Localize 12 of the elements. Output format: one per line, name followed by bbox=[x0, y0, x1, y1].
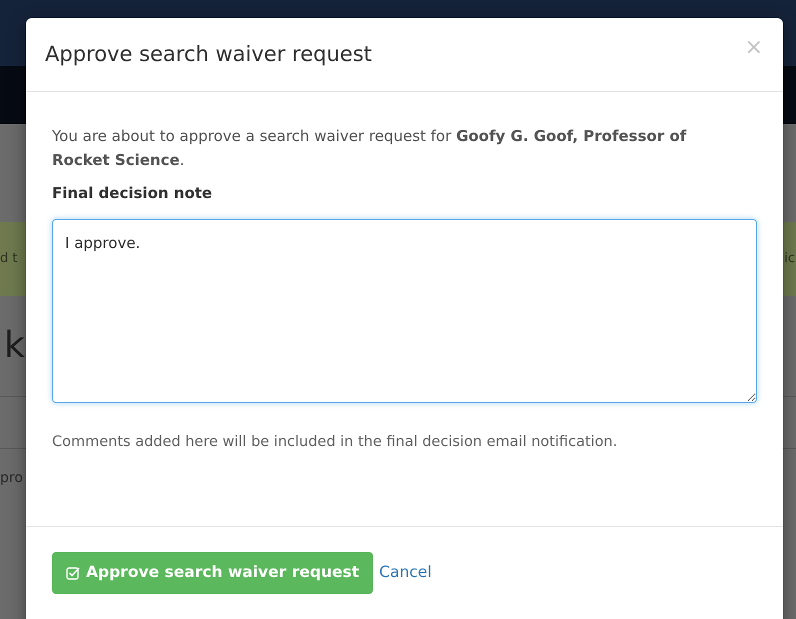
row-text: pro bbox=[0, 469, 23, 488]
cancel-link[interactable]: Cancel bbox=[377, 561, 434, 585]
confirmation-message: You are about to approve a search waiver request for Goofy G. Goof, Professor of Rocket Science. bbox=[52, 126, 688, 171]
alert-text: ic bbox=[784, 250, 795, 268]
help-text: Comments added here will be included in the final decision email notification. bbox=[52, 432, 618, 452]
alert-text: d t bbox=[0, 250, 18, 268]
decision-note-field[interactable]: I approve. bbox=[52, 218, 757, 402]
modal-title: Approve search waiver request bbox=[45, 42, 372, 68]
field-label: Final decision note bbox=[52, 183, 214, 204]
checkbox-icon bbox=[66, 566, 80, 580]
page-heading: k bbox=[4, 324, 25, 368]
approve-button[interactable]: Approve search waiver request bbox=[52, 552, 374, 594]
